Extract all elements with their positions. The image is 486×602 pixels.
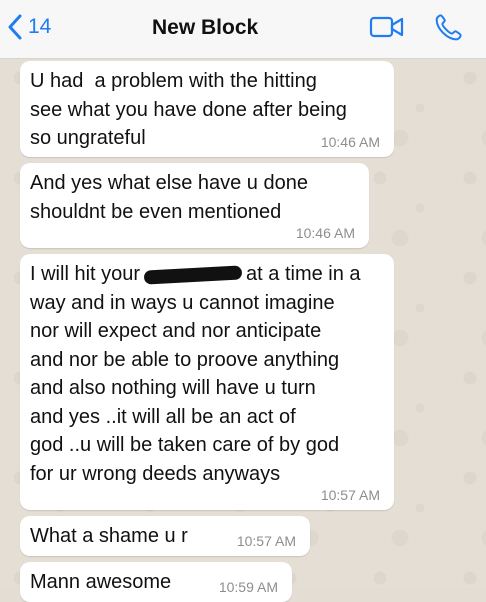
- message-time: 10:46 AM: [320, 134, 380, 150]
- voice-call-button[interactable]: [432, 12, 464, 49]
- message-text: I will hit your at a time in a way and in…: [30, 260, 384, 488]
- chevron-left-icon: [8, 14, 22, 40]
- video-camera-icon: [369, 16, 404, 38]
- message-text: And yes what else have u done shouldnt b…: [30, 172, 308, 223]
- message-bubble[interactable]: Mann awesome 10:59 AM: [20, 562, 292, 602]
- message-text-part: Mann awesome: [30, 571, 172, 593]
- contact-name[interactable]: New Block: [152, 16, 258, 40]
- chat-header: 14 New Block: [0, 0, 486, 59]
- message-bubble[interactable]: I will hit your at a time in a way and in…: [20, 254, 394, 510]
- message-time: 10:57 AM: [236, 533, 296, 549]
- phone-icon: [435, 14, 462, 41]
- redacted-name: [88, 15, 154, 33]
- message-bubble[interactable]: U had a problem with the hitting see wha…: [20, 61, 394, 157]
- back-button[interactable]: 14: [8, 14, 51, 40]
- message-time: 10:57 AM: [320, 487, 380, 503]
- message-text-part: What a shame u r: [30, 525, 188, 547]
- unread-count: 14: [28, 15, 52, 38]
- message-time: 10:46 AM: [295, 225, 355, 241]
- video-call-button[interactable]: [369, 14, 405, 45]
- redacted-word: [143, 265, 243, 285]
- message-bubble[interactable]: What a shame u r 10:57 AM: [20, 516, 310, 556]
- message-bubble[interactable]: And yes what else have u done shouldnt b…: [20, 163, 369, 248]
- message-text-part: I will hit your: [30, 263, 141, 285]
- message-text-part: at a time in a way and in ways u cannot …: [30, 263, 361, 485]
- message-time: 10:59 AM: [218, 579, 278, 595]
